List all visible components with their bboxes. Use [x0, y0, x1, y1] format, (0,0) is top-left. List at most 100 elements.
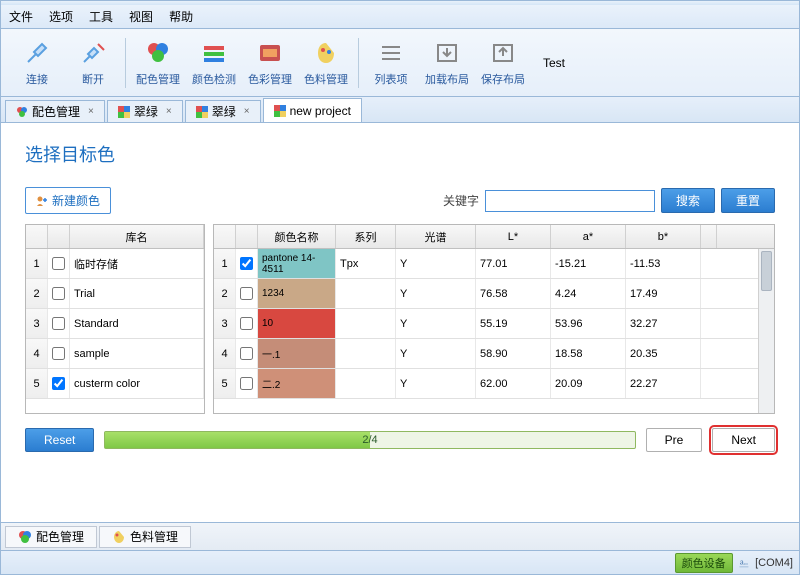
tab-color-manage[interactable]: 配色管理 ×: [5, 100, 105, 122]
row-number: 1: [26, 249, 48, 278]
l-cell: 55.19: [476, 309, 551, 338]
row-number: 5: [26, 369, 48, 398]
tool-list-item[interactable]: 列表项: [363, 33, 419, 93]
series-cell: [336, 279, 396, 308]
color-swatch: 二.2: [258, 369, 336, 398]
library-row[interactable]: 3 Standard: [26, 309, 204, 339]
b-cell: 20.35: [626, 339, 701, 368]
status-device-badge: 颜色设备: [675, 553, 733, 573]
library-row[interactable]: 1 临时存储: [26, 249, 204, 279]
spectrum-cell: Y: [396, 249, 476, 278]
menu-option[interactable]: 选项: [49, 8, 73, 25]
tab-cuilv-1[interactable]: 翠绿 ×: [107, 100, 183, 122]
bottom-tab-material-manage[interactable]: 色料管理: [99, 526, 191, 548]
row-checkbox[interactable]: [240, 317, 253, 330]
library-row[interactable]: 5 custerm color: [26, 369, 204, 399]
row-checkbox[interactable]: [52, 257, 65, 270]
row-checkbox[interactable]: [240, 257, 253, 270]
tool-color-manage[interactable]: 配色管理: [130, 33, 186, 93]
row-number: 3: [26, 309, 48, 338]
a-cell: 20.09: [551, 369, 626, 398]
library-row[interactable]: 2 Trial: [26, 279, 204, 309]
keyword-input[interactable]: [485, 190, 655, 212]
color-row[interactable]: 3 10 Y 55.19 53.96 32.27: [214, 309, 774, 339]
row-number: 3: [214, 309, 236, 338]
spectrum-cell: Y: [396, 369, 476, 398]
menu-file[interactable]: 文件: [9, 8, 33, 25]
tool-connect[interactable]: 连接: [9, 33, 65, 93]
row-checkbox[interactable]: [240, 347, 253, 360]
col-name: 颜色名称: [258, 225, 336, 248]
library-name: 临时存储: [70, 249, 204, 278]
color-swatch: 一.1: [258, 339, 336, 368]
tool-disconnect[interactable]: 断开: [65, 33, 121, 93]
col-series: 系列: [336, 225, 396, 248]
b-cell: 17.49: [626, 279, 701, 308]
menu-view[interactable]: 视图: [129, 8, 153, 25]
detect-icon: [200, 39, 228, 67]
library-name: Standard: [70, 309, 204, 338]
b-cell: 32.27: [626, 309, 701, 338]
row-checkbox[interactable]: [52, 347, 65, 360]
color-mgmt-icon: [256, 39, 284, 67]
color-row[interactable]: 1 pantone 14-4511 Tpx Y 77.01 -15.21 -11…: [214, 249, 774, 279]
toolbar-test[interactable]: Test: [543, 56, 565, 70]
library-name: custerm color: [70, 369, 204, 398]
save-layout-icon: [489, 39, 517, 67]
tab-new-project[interactable]: new project: [263, 98, 362, 122]
col-spectrum: 光谱: [396, 225, 476, 248]
tool-material-mgmt[interactable]: 色料管理: [298, 33, 354, 93]
l-cell: 62.00: [476, 369, 551, 398]
progress-text: 2/4: [362, 434, 377, 446]
search-button[interactable]: 搜索: [661, 188, 715, 213]
tab-icon: [118, 106, 130, 118]
library-name: Trial: [70, 279, 204, 308]
a-cell: 18.58: [551, 339, 626, 368]
next-button[interactable]: Next: [712, 428, 775, 452]
scrollbar[interactable]: [758, 249, 774, 413]
l-cell: 58.90: [476, 339, 551, 368]
color-row[interactable]: 5 二.2 Y 62.00 20.09 22.27: [214, 369, 774, 399]
b-cell: -11.53: [626, 249, 701, 278]
col-b: b*: [626, 225, 701, 248]
row-checkbox[interactable]: [240, 377, 253, 390]
tool-save-layout[interactable]: 保存布局: [475, 33, 531, 93]
row-checkbox[interactable]: [52, 287, 65, 300]
color-row[interactable]: 4 一.1 Y 58.90 18.58 20.35: [214, 339, 774, 369]
a-cell: 53.96: [551, 309, 626, 338]
row-number: 4: [214, 339, 236, 368]
tabstrip: 配色管理 × 翠绿 × 翠绿 × new project: [0, 97, 800, 123]
menu-tool[interactable]: 工具: [89, 8, 113, 25]
library-header: 库名: [70, 225, 204, 248]
close-icon[interactable]: ×: [88, 106, 94, 117]
tab-icon: [196, 106, 208, 118]
tab-icon: [16, 106, 28, 118]
row-number: 1: [214, 249, 236, 278]
material-icon: [112, 530, 126, 544]
pre-button[interactable]: Pre: [646, 428, 703, 452]
tool-color-detect[interactable]: 颜色检测: [186, 33, 242, 93]
a-cell: -15.21: [551, 249, 626, 278]
menu-help[interactable]: 帮助: [169, 8, 193, 25]
keyword-label: 关键字: [443, 192, 479, 209]
tool-load-layout[interactable]: 加载布局: [419, 33, 475, 93]
row-checkbox[interactable]: [52, 377, 65, 390]
b-cell: 22.27: [626, 369, 701, 398]
library-row[interactable]: 4 sample: [26, 339, 204, 369]
close-icon[interactable]: ×: [244, 106, 250, 117]
reset-button[interactable]: 重置: [721, 188, 775, 213]
new-color-button[interactable]: 新建颜色: [25, 187, 111, 214]
color-row[interactable]: 2 1234 Y 76.58 4.24 17.49: [214, 279, 774, 309]
tab-cuilv-2[interactable]: 翠绿 ×: [185, 100, 261, 122]
row-checkbox[interactable]: [52, 317, 65, 330]
row-checkbox[interactable]: [240, 287, 253, 300]
list-icon: [377, 39, 405, 67]
tool-color-mgmt[interactable]: 色彩管理: [242, 33, 298, 93]
row-number: 2: [26, 279, 48, 308]
series-cell: [336, 309, 396, 338]
wizard-reset-button[interactable]: Reset: [25, 428, 94, 452]
spectrum-cell: Y: [396, 309, 476, 338]
palette-icon: [144, 39, 172, 67]
close-icon[interactable]: ×: [166, 106, 172, 117]
bottom-tab-color-manage[interactable]: 配色管理: [5, 526, 97, 548]
